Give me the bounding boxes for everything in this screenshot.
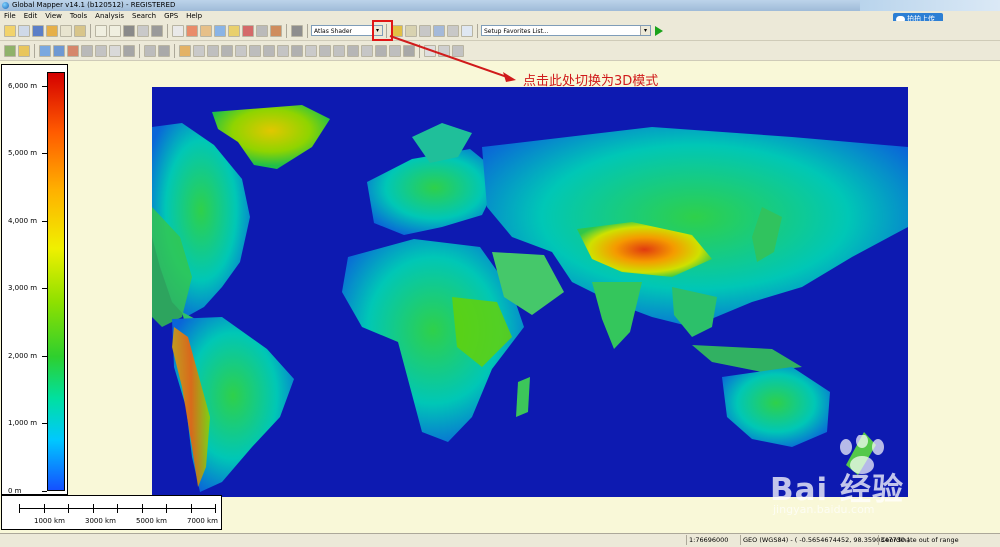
status-bar: 1:76696000 GEO (WGS84) - ( -0.5654674452… [0,533,1000,547]
status-scale: 1:76696000 [686,535,739,545]
baidu-watermark: Bai 经验 jingyan.baidu.com [770,435,970,525]
status-message: Coordinate out of range [878,535,999,545]
status-coordinates: GEO (WGS84) - ( -0.5654674452, 98.359034… [740,535,910,545]
watermark-url: jingyan.baidu.com [773,503,875,516]
annotation-text: 点击此处切换为3D模式 [523,74,659,89]
